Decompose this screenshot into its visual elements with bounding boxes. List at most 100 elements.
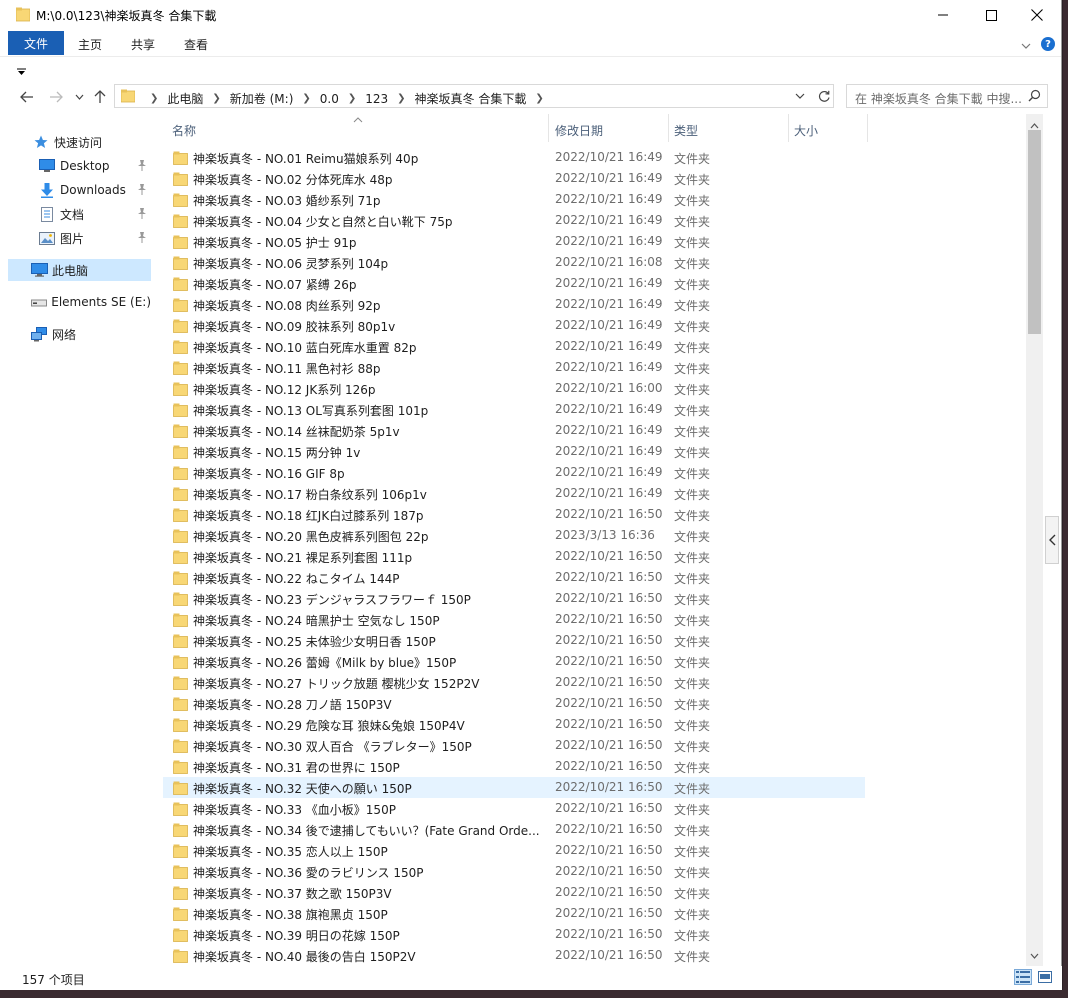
tab-home[interactable]: 主页: [78, 36, 102, 53]
table-row[interactable]: 神楽坂真冬 - NO.20 黑色皮裤系列图包 22p 2023/3/13 16:3…: [163, 525, 865, 546]
table-row[interactable]: 神楽坂真冬 - NO.03 婚纱系列 71p 2022/10/21 16:49 文件…: [163, 189, 865, 210]
table-row[interactable]: 神楽坂真冬 - NO.18 红JK白过膝系列 187p 2022/10/21 16…: [163, 504, 865, 525]
back-button[interactable]: [18, 88, 36, 106]
table-row[interactable]: 神楽坂真冬 - NO.07 紧缚 26p 2022/10/21 16:49 文件夹: [163, 273, 865, 294]
pin-icon[interactable]: [137, 232, 147, 246]
vertical-scrollbar[interactable]: [1026, 114, 1043, 966]
column-size[interactable]: 大小: [794, 122, 818, 139]
table-row[interactable]: 神楽坂真冬 - NO.37 数之歌 150P3V 2022/10/21 16:50…: [163, 882, 865, 903]
table-row[interactable]: 神楽坂真冬 - NO.27 トリック放題 樱桃少女 152P2V 2022/10/…: [163, 672, 865, 693]
sidebar-item-quick-access[interactable]: 快速访问: [8, 131, 151, 153]
table-row[interactable]: 神楽坂真冬 - NO.10 蓝白死库水重置 82p 2022/10/21 16:4…: [163, 336, 865, 357]
close-button[interactable]: [1014, 0, 1060, 30]
column-divider[interactable]: [788, 114, 789, 142]
sidebar-item-downloads[interactable]: Downloads: [8, 179, 151, 201]
ribbon-expand-chevron-icon[interactable]: [1021, 39, 1031, 53]
breadcrumb-current-folder[interactable]: 神楽坂真冬 合集下載: [415, 90, 527, 107]
table-row[interactable]: 神楽坂真冬 - NO.16 GIF 8p 2022/10/21 16:49 文件夹: [163, 462, 865, 483]
pin-icon[interactable]: [137, 184, 147, 198]
file-name: 神楽坂真冬 - NO.14 丝袜配奶茶 5p1v: [193, 425, 400, 439]
table-row[interactable]: 神楽坂真冬 - NO.30 双人百合 《ラブレター》150P 2022/10/21…: [163, 735, 865, 756]
details-pane-toggle[interactable]: [1045, 516, 1059, 564]
table-row[interactable]: 神楽坂真冬 - NO.08 肉丝系列 92p 2022/10/21 16:49 文件…: [163, 294, 865, 315]
table-row[interactable]: 神楽坂真冬 - NO.12 JK系列 126p 2022/10/21 16:00 文…: [163, 378, 865, 399]
help-icon[interactable]: ?: [1041, 37, 1055, 51]
column-divider[interactable]: [867, 114, 868, 142]
breadcrumb-separator-icon[interactable]: ❯: [397, 93, 405, 104]
table-row[interactable]: 神楽坂真冬 - NO.38 旗袍黑贞 150P 2022/10/21 16:50 文…: [163, 903, 865, 924]
file-name: 神楽坂真冬 - NO.30 双人百合 《ラブレター》150P: [193, 740, 472, 754]
pin-icon[interactable]: [137, 160, 147, 174]
column-type[interactable]: 类型: [674, 122, 698, 139]
table-row[interactable]: 神楽坂真冬 - NO.31 君の世界に 150P 2022/10/21 16:50…: [163, 756, 865, 777]
address-history-chevron-icon[interactable]: [795, 89, 805, 106]
breadcrumb-separator-icon[interactable]: ❯: [535, 93, 543, 104]
table-row[interactable]: 神楽坂真冬 - NO.40 最後の告白 150P2V 2022/10/21 16:…: [163, 945, 865, 966]
tab-share[interactable]: 共享: [131, 36, 155, 53]
table-row[interactable]: 神楽坂真冬 - NO.22 ねこタイム 144P 2022/10/21 16:50…: [163, 567, 865, 588]
large-icons-view-button[interactable]: [1036, 969, 1054, 985]
sidebar-item-this-pc[interactable]: 此电脑: [8, 259, 151, 281]
title-bar[interactable]: M:\0.0\123\神楽坂真冬 合集下載: [0, 0, 1061, 30]
search-icon[interactable]: [1028, 89, 1041, 105]
details-view-button[interactable]: [1014, 969, 1032, 985]
table-row[interactable]: 神楽坂真冬 - NO.34 後で逮捕してもいい？(Fate Grand Orde…: [163, 819, 865, 840]
sidebar-item-elements-se[interactable]: Elements SE (E:): [8, 291, 151, 313]
scrollbar-thumb[interactable]: [1028, 130, 1041, 334]
tab-file[interactable]: 文件: [8, 31, 64, 55]
table-row[interactable]: 神楽坂真冬 - NO.21 裸足系列套图 111p 2022/10/21 16:5…: [163, 546, 865, 567]
table-row[interactable]: 神楽坂真冬 - NO.24 暗黑护士 空気なし 150P 2022/10/21 1…: [163, 609, 865, 630]
column-date-modified[interactable]: 修改日期: [555, 122, 603, 139]
table-row[interactable]: 神楽坂真冬 - NO.26 蕾姆《Milk by blue》150P 2022/1…: [163, 651, 865, 672]
tab-view[interactable]: 查看: [184, 36, 208, 53]
table-row[interactable]: 神楽坂真冬 - NO.09 胶袜系列 80p1v 2022/10/21 16:49…: [163, 315, 865, 336]
breadcrumb-separator-icon[interactable]: ❯: [348, 93, 356, 104]
sidebar-item-desktop[interactable]: Desktop: [8, 155, 151, 177]
table-row[interactable]: 神楽坂真冬 - NO.23 デンジャラスフラワーｆ 150P 2022/10/21…: [163, 588, 865, 609]
table-row[interactable]: 神楽坂真冬 - NO.29 危険な耳 狼妹&兔娘 150P4V 2022/10/2…: [163, 714, 865, 735]
recent-locations-button[interactable]: [70, 88, 88, 106]
pin-icon[interactable]: [137, 208, 147, 222]
table-row[interactable]: 神楽坂真冬 - NO.02 分体死库水 48p 2022/10/21 16:49 文…: [163, 168, 865, 189]
table-row[interactable]: 神楽坂真冬 - NO.32 天使への願い 150P 2022/10/21 16:5…: [163, 777, 865, 798]
table-row[interactable]: 神楽坂真冬 - NO.06 灵梦系列 104p 2022/10/21 16:08 文…: [163, 252, 865, 273]
table-row[interactable]: 神楽坂真冬 - NO.11 黑色衬衫 88p 2022/10/21 16:49 文件…: [163, 357, 865, 378]
up-button[interactable]: [91, 88, 109, 106]
sidebar-item-documents[interactable]: 文档: [8, 203, 151, 225]
column-name[interactable]: 名称: [172, 122, 196, 139]
table-row[interactable]: 神楽坂真冬 - NO.04 少女と自然と白い靴下 75p 2022/10/21 1…: [163, 210, 865, 231]
table-row[interactable]: 神楽坂真冬 - NO.05 护士 91p 2022/10/21 16:49 文件夹: [163, 231, 865, 252]
refresh-button[interactable]: [815, 87, 833, 105]
column-divider[interactable]: [668, 114, 669, 142]
table-row[interactable]: 神楽坂真冬 - NO.33 《血小板》150P 2022/10/21 16:50 文…: [163, 798, 865, 819]
breadcrumb-this-pc[interactable]: 此电脑: [167, 90, 203, 107]
maximize-button[interactable]: [968, 0, 1014, 30]
breadcrumb-123[interactable]: 123: [365, 92, 388, 106]
table-row[interactable]: 神楽坂真冬 - NO.25 未体验少女明日香 150P 2022/10/21 16…: [163, 630, 865, 651]
breadcrumb-separator-icon[interactable]: ❯: [302, 93, 310, 104]
table-row[interactable]: 神楽坂真冬 - NO.01 Reimu猫娘系列 40p 2022/10/21 16…: [163, 147, 865, 168]
table-row[interactable]: 神楽坂真冬 - NO.13 OL写真系列套图 101p 2022/10/21 16…: [163, 399, 865, 420]
table-row[interactable]: 神楽坂真冬 - NO.14 丝袜配奶茶 5p1v 2022/10/21 16:49…: [163, 420, 865, 441]
sidebar-item-network[interactable]: 网络: [8, 323, 151, 345]
breadcrumb-drive-m[interactable]: 新加卷 (M:): [230, 90, 294, 107]
table-row[interactable]: 神楽坂真冬 - NO.17 粉白条纹系列 106p1v 2022/10/21 16…: [163, 483, 865, 504]
forward-button[interactable]: [47, 88, 65, 106]
sidebar-item-pictures[interactable]: 图片: [8, 227, 151, 249]
search-input[interactable]: 在 神楽坂真冬 合集下載 中搜...: [846, 84, 1048, 108]
file-name: 神楽坂真冬 - NO.34 後で逮捕してもいい？(Fate Grand Orde…: [193, 824, 540, 838]
table-row[interactable]: 神楽坂真冬 - NO.15 两分钟 1v 2022/10/21 16:49 文件夹: [163, 441, 865, 462]
scroll-down-icon[interactable]: [1030, 948, 1039, 962]
table-row[interactable]: 神楽坂真冬 - NO.39 明日の花嫁 150P 2022/10/21 16:50…: [163, 924, 865, 945]
breadcrumb-separator-icon[interactable]: ❯: [212, 93, 220, 104]
breadcrumb-0-0[interactable]: 0.0: [320, 92, 339, 106]
minimize-button[interactable]: [920, 0, 966, 30]
table-row[interactable]: 神楽坂真冬 - NO.36 愛のラビリンス 150P 2022/10/21 16:…: [163, 861, 865, 882]
column-divider[interactable]: [548, 114, 549, 142]
customize-toolbar-icon[interactable]: [17, 65, 26, 79]
table-row[interactable]: 神楽坂真冬 - NO.28 刀ノ語 150P3V 2022/10/21 16:50…: [163, 693, 865, 714]
document-icon: [38, 206, 56, 222]
table-row[interactable]: 神楽坂真冬 - NO.35 恋人以上 150P 2022/10/21 16:50 文…: [163, 840, 865, 861]
address-bar[interactable]: ❯ 此电脑 ❯ 新加卷 (M:) ❯ 0.0 ❯ 123 ❯ 神楽坂真冬 合集下…: [114, 84, 834, 108]
breadcrumb-separator-icon[interactable]: ❯: [150, 93, 158, 104]
